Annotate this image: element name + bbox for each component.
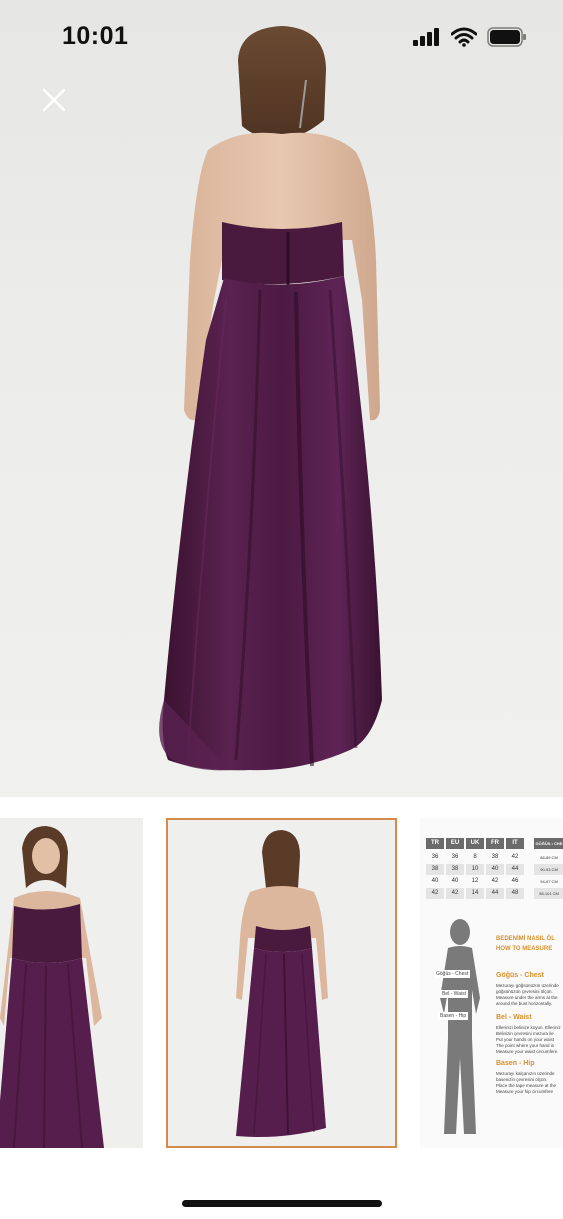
gown-back-view-thumb-illustration [236, 830, 328, 1137]
size-cell: 48 [506, 888, 524, 899]
measure-line: Place the tape measure at the [496, 1083, 557, 1088]
size-header-it: IT [506, 838, 524, 849]
size-cell: 86-89 CM [540, 855, 558, 860]
figure-label-hip: Basen - Hip [438, 1012, 469, 1020]
measure-line: Mezurayı kalçanızın üzerinde [496, 1071, 555, 1076]
size-cell: 42 [511, 854, 519, 860]
body-silhouette-illustration [440, 919, 480, 1134]
size-header-chest: GÖĞÜS • CHE [534, 838, 563, 849]
size-header-eu: EU [446, 838, 464, 849]
measure-heading: Basen - Hip [496, 1060, 535, 1067]
measure-line: Belinizin çevresini mezura ile [496, 1031, 554, 1036]
size-cell: 44 [506, 864, 524, 875]
thumbnail-strip[interactable]: TR EU UK FR IT GÖĞÜS • CHE 36 36 8 38 42 86-8… [0, 798, 563, 1168]
size-cell: 8 [473, 854, 477, 860]
size-header-fr: FR [486, 838, 504, 849]
main-product-image[interactable] [0, 0, 563, 797]
measure-title-en: HOW TO MEASURE [496, 946, 553, 952]
thumbnail-back-view[interactable] [166, 818, 397, 1148]
measure-line: around the bust horizontally. [496, 1001, 553, 1006]
figure-label-waist: Bel - Waist [440, 990, 468, 998]
home-indicator [182, 1200, 382, 1207]
size-cell: 40 [431, 878, 439, 884]
size-cell: 36 [431, 854, 439, 860]
measure-line: Measure under the arms at the [496, 995, 558, 1000]
measure-line: Measure your hip circumfere [496, 1089, 554, 1094]
size-header-tr: TR [426, 838, 444, 849]
size-cell: 38 [446, 864, 464, 875]
thumbnail-front-view[interactable] [0, 818, 143, 1148]
gown-front-view-illustration [0, 826, 104, 1148]
measure-line: Measure your waist circumfere [496, 1049, 558, 1054]
size-cell: 98-101 CM [534, 888, 563, 899]
size-cell: 38 [426, 864, 444, 875]
thumbnail-size-chart[interactable]: TR EU UK FR IT GÖĞÜS • CHE 36 36 8 38 42 86-8… [420, 818, 563, 1148]
size-cell: 36 [451, 854, 459, 860]
close-icon [42, 88, 66, 112]
size-cell: 42 [491, 878, 499, 884]
measure-line: göğsünüzün çevresini ölçün. [496, 989, 553, 994]
size-cell: 90-93 CM [534, 864, 563, 875]
size-header-uk: UK [466, 838, 484, 849]
size-cell: 38 [491, 854, 499, 860]
measure-heading: Bel - Waist [496, 1014, 532, 1021]
measure-line: Put your hands on your waist [496, 1037, 555, 1042]
cellular-signal-icon [413, 28, 441, 51]
figure-label-chest: Göğüs - Chest [434, 970, 471, 978]
measure-line: basenizin çevresini ölçün. [496, 1077, 548, 1082]
status-time: 10:01 [62, 22, 129, 50]
size-cell: 10 [466, 864, 484, 875]
measure-title-tr: BEDENİMİ NASIL ÖL [496, 936, 555, 942]
measure-line: Mezurayı göğsünüzün üzerinde [496, 983, 559, 988]
size-cell: 42 [446, 888, 464, 899]
status-icons [413, 27, 527, 52]
measure-line: Ellerinizi belinize koyun. Elleriniz [496, 1025, 561, 1030]
measure-heading: Göğüs - Chest [496, 972, 544, 979]
size-cell: 14 [466, 888, 484, 899]
close-button[interactable] [36, 82, 72, 118]
battery-icon [487, 27, 527, 52]
size-cell: 40 [486, 864, 504, 875]
status-bar: 10:01 [0, 0, 563, 75]
size-cell: 12 [471, 878, 479, 884]
size-cell: 44 [486, 888, 504, 899]
size-cell: 46 [511, 878, 519, 884]
measure-line: The point where your hand is [496, 1043, 555, 1048]
wifi-icon [450, 27, 478, 52]
size-cell: 42 [426, 888, 444, 899]
gown-back-view-illustration [159, 26, 382, 771]
size-cell: 40 [451, 878, 459, 884]
size-cell: 94-97 CM [540, 879, 558, 884]
